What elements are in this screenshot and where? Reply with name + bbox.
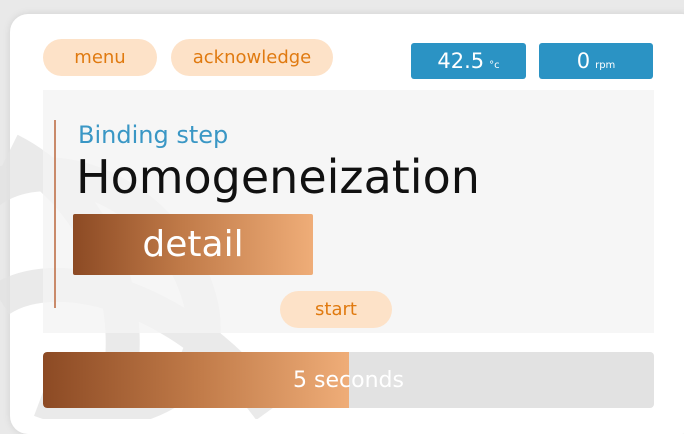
temperature-unit: °c [489,60,500,71]
step-title: Homogeneization [76,150,480,204]
step-accent-line [54,120,56,308]
menu-button[interactable]: menu [43,39,157,76]
speed-readout: 0 rpm [539,43,653,79]
speed-value: 0 [576,49,591,73]
speed-unit: rpm [595,60,616,71]
temperature-value: 42.5 [437,49,485,73]
progress-text: 5 seconds [293,367,404,393]
temperature-readout: 42.5 °c [411,43,526,79]
acknowledge-button[interactable]: acknowledge [171,39,333,76]
detail-button[interactable]: detail [73,214,313,275]
step-label: Binding step [78,121,229,149]
progress-bar: 5 seconds [43,352,654,408]
start-button[interactable]: start [280,291,392,328]
